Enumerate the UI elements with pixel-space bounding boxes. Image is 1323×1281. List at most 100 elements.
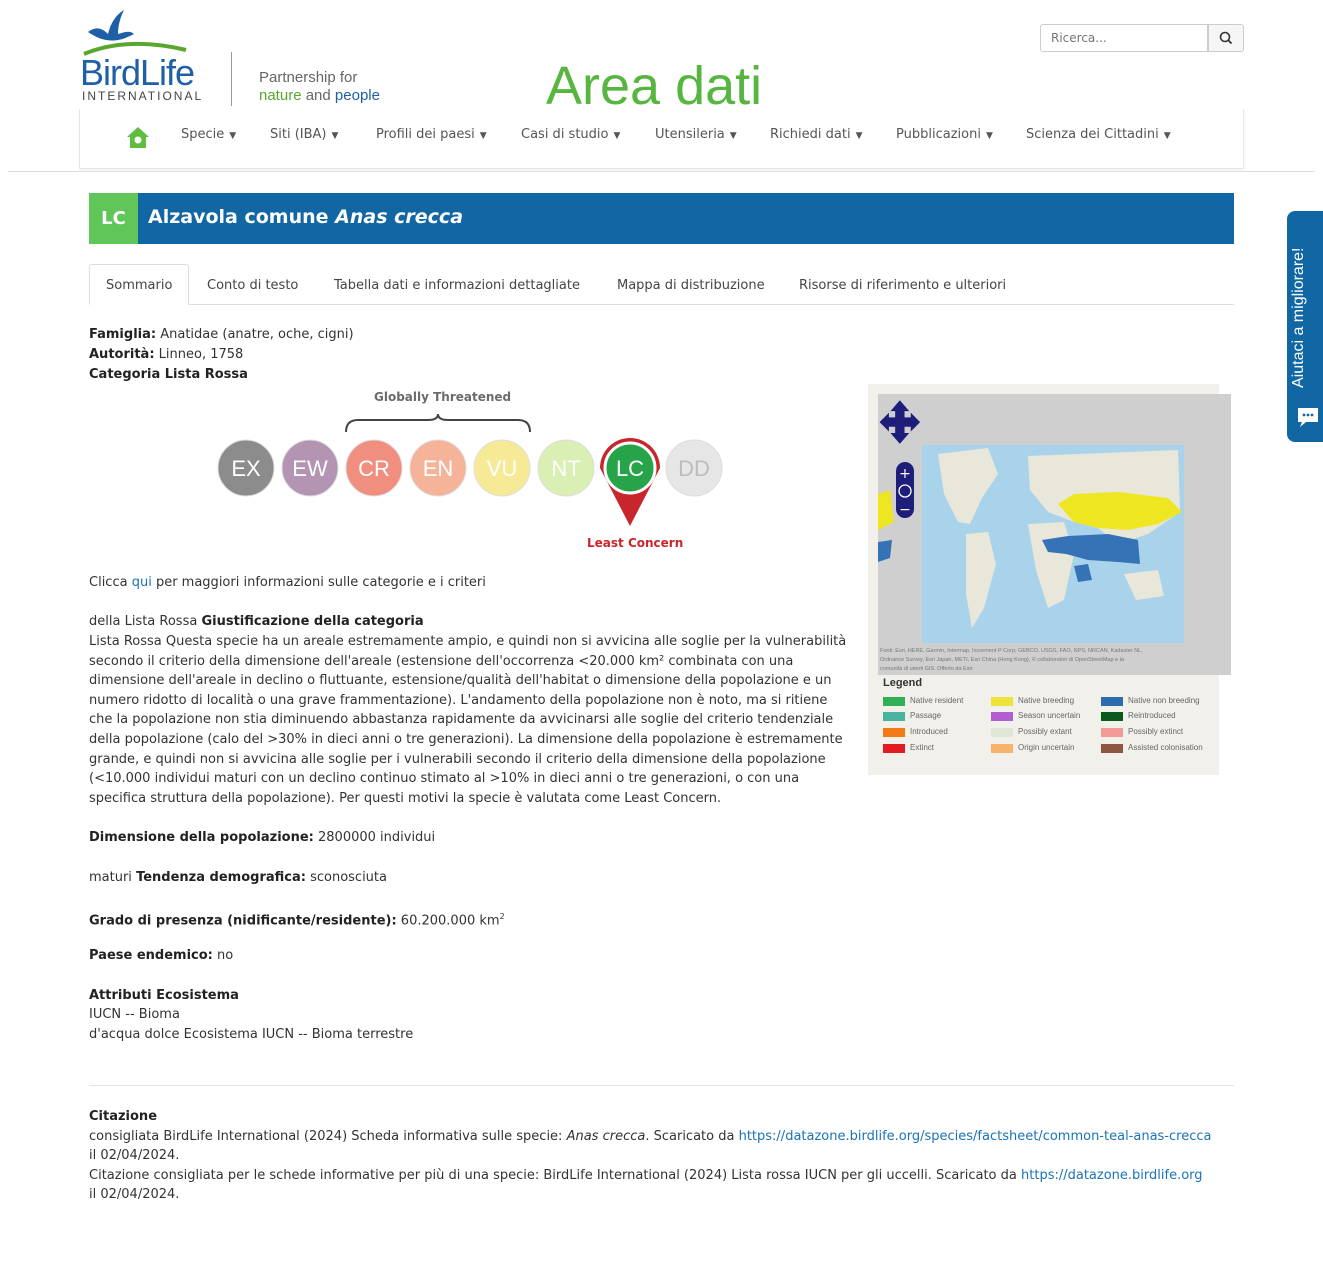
legend-swatch (991, 744, 1013, 753)
legend-swatch (883, 728, 905, 737)
legend-swatch (991, 728, 1013, 737)
status-badge: LC (89, 193, 138, 244)
justification-prefix: della Lista Rossa (89, 614, 198, 629)
common-name: Alzavola comune (148, 206, 329, 228)
feedback-label[interactable]: Aiutaci a migliorare! (1290, 248, 1308, 389)
attribution-line: Fonti: Esri, HERE, Garmin, Intermap, Inc… (880, 648, 1143, 654)
legend-label: Possibly extant (1018, 727, 1072, 736)
svg-text:+: + (899, 466, 911, 482)
legend-swatch (991, 712, 1013, 721)
search-input[interactable] (1040, 24, 1208, 52)
citation-title: Citazione (89, 1107, 157, 1127)
redlist-category-ex: EX (217, 439, 275, 497)
population-row: Dimensione della popolazione: 2800000 in… (89, 828, 435, 848)
nav-item-scienza[interactable]: Scienza dei Cittadini ▼ (1026, 127, 1171, 142)
redlist-label: Categoria Lista Rossa (89, 367, 248, 382)
nav-item-specie[interactable]: Specie ▼ (181, 127, 236, 142)
factsheet-link[interactable]: https://datazone.birdlife.org/species/fa… (739, 1129, 1212, 1144)
justification-line: della popolazione (calo del >30% in diec… (89, 732, 843, 747)
nav-item-profili[interactable]: Profili dei paesi ▼ (376, 127, 487, 142)
legend-label: Native resident (910, 696, 964, 705)
distribution-map[interactable]: + − (878, 394, 1231, 675)
nav-item-casi[interactable]: Casi di studio ▼ (521, 127, 620, 142)
datazone-link[interactable]: https://datazone.birdlife.org (1021, 1168, 1203, 1183)
click-info-row: Clicca qui per maggiori informazioni sul… (89, 573, 486, 593)
legend-swatch (991, 697, 1013, 706)
legend-label: Introduced (910, 727, 948, 736)
family-row: Famiglia: Anatidae (anatre, oche, cigni) (89, 325, 354, 345)
tagline-line1: Partnership for (259, 69, 358, 86)
categories-info-link[interactable]: qui (132, 575, 152, 590)
chevron-down-icon: ▼ (729, 131, 737, 141)
tab-underline (89, 304, 1234, 305)
tagline-line2: nature and people (259, 87, 380, 104)
map-zoom-control[interactable]: + − (896, 462, 914, 518)
authority-label: Autorità: (89, 347, 155, 362)
tab-conto-di-testo[interactable]: Conto di testo (207, 278, 298, 293)
chevron-down-icon: ▼ (331, 131, 339, 141)
section-divider (89, 1085, 1234, 1086)
tab-sommario[interactable]: Sommario (106, 278, 172, 293)
world-map-graphic: + − (878, 394, 1231, 675)
redlist-scale: EX EW CR EN VU NT LC DD (217, 438, 723, 526)
home-icon[interactable] (125, 125, 151, 151)
ecosystem-heading: Attributi Ecosistema (89, 986, 239, 1006)
logo-divider (231, 52, 232, 106)
citation-prefix: consigliata BirdLife International (2024… (89, 1129, 563, 1144)
trend-label: Tendenza demografica: (136, 870, 306, 885)
category-code: CR (358, 456, 390, 481)
globally-threatened-label: Globally Threatened (374, 390, 512, 404)
tab-tabella-dati[interactable]: Tabella dati e informazioni dettagliate (334, 278, 580, 293)
redlist-category-cr: CR (345, 439, 403, 497)
tab-risorse[interactable]: Risorse di riferimento e ulteriori (799, 278, 1006, 293)
nav-item-richiedi[interactable]: Richiedi dati ▼ (770, 127, 863, 142)
selected-category-label: Least Concern (587, 536, 684, 550)
legend-label: Season uncertain (1018, 711, 1081, 720)
legend-label: Possibly extinct (1128, 727, 1184, 736)
justification-line: dimensione dell'areale in declino o flut… (89, 673, 832, 689)
legend-label: Passage (910, 711, 942, 720)
attribution-line: Ordnance Survey, Esri Japan, METI, Esri … (880, 657, 1124, 663)
logo-wordmark[interactable]: BirdLife (80, 52, 195, 94)
citation-mid: . Scaricato da (645, 1129, 735, 1144)
redlist-category-vu: VU (473, 439, 531, 497)
click-info-suffix: per maggiori informazioni sulle categori… (155, 575, 486, 590)
nav-label: Siti (IBA) (270, 127, 327, 142)
ecosystem-line1: IUCN -- Bioma (89, 1007, 180, 1022)
justification-label: Giustificazione della categoria (201, 614, 424, 629)
ecosystem-line2: d'acqua dolce Ecosistema IUCN -- Bioma t… (89, 1027, 414, 1042)
legend-swatch (883, 744, 905, 753)
redlist-category-en: EN (409, 439, 467, 497)
range-unit-sup: 2 (499, 912, 505, 921)
legend-label: Origin uncertain (1018, 743, 1075, 752)
search-button[interactable] (1208, 24, 1244, 52)
nav-label: Scienza dei Cittadini (1026, 127, 1159, 142)
population-label: Dimensione della popolazione: (89, 830, 314, 845)
tab-mappa[interactable]: Mappa di distribuzione (617, 278, 765, 293)
justification-line: che la popolazione non stia diminuendo a… (89, 712, 834, 728)
header-divider (8, 171, 1315, 172)
legend-label: Extinct (910, 743, 935, 752)
justification-line: numero ridotto di località o una grave f… (89, 692, 828, 708)
legend-label: Native breeding (1018, 696, 1075, 705)
trend-row: maturi Tendenza demografica: sconosciuta (89, 868, 387, 888)
chevron-down-icon: ▼ (229, 131, 237, 141)
category-code: EX (231, 456, 261, 481)
chevron-down-icon: ▼ (479, 131, 487, 141)
nav-item-utensileria[interactable]: Utensileria ▼ (655, 127, 737, 142)
attribution-line: comunità di utenti GIS. Offerto da Esri (880, 666, 973, 672)
nav-item-pubblicazioni[interactable]: Pubblicazioni ▼ (896, 127, 993, 142)
nav-item-siti[interactable]: Siti (IBA) ▼ (270, 127, 338, 142)
tagline-people: people (334, 87, 380, 104)
redlist-category-ew: EW (281, 439, 339, 497)
citation-date2: il 02/04/2024. (89, 1187, 180, 1202)
chevron-down-icon: ▼ (985, 131, 993, 141)
nav-label: Specie (181, 127, 225, 142)
citation-line1: consigliata BirdLife International (2024… (89, 1127, 1211, 1147)
logo-subtitle: INTERNATIONAL (82, 89, 204, 103)
trend-value: sconosciuta (310, 870, 387, 885)
justification-line: Lista Rossa Questa specie ha un areale e… (89, 634, 847, 649)
search-icon (1219, 31, 1233, 45)
species-title: Alzavola comune Anas crecca (148, 206, 463, 228)
legend-label: Assisted colonisation (1128, 743, 1203, 752)
